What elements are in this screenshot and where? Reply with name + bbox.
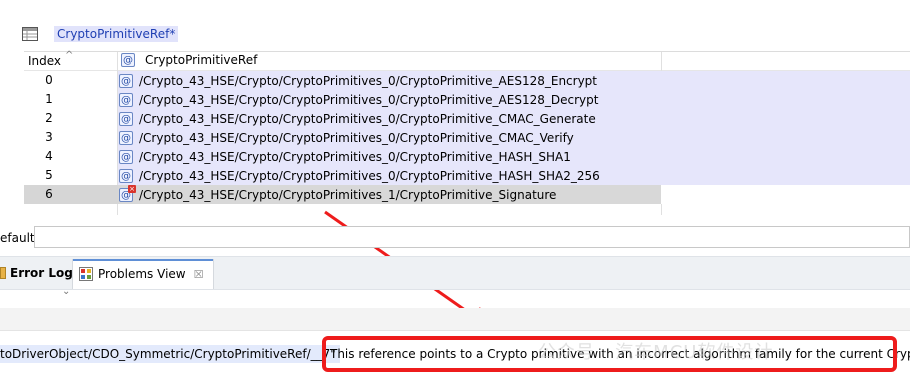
at-reference-icon: @ bbox=[119, 168, 133, 183]
reference-cell[interactable]: @ ×/Crypto_43_HSE/Crypto/CryptoPrimitives… bbox=[118, 184, 661, 204]
reference-path: /Crypto_43_HSE/Crypto/CryptoPrimitives_0… bbox=[139, 73, 597, 88]
reference-path: /Crypto_43_HSE/Crypto/CryptoPrimitives_0… bbox=[139, 130, 574, 145]
problems-icon bbox=[79, 267, 93, 281]
at-reference-icon: @ bbox=[119, 149, 133, 164]
row-index: 6 bbox=[45, 187, 53, 201]
editor-title: CryptoPrimitiveRef* bbox=[54, 26, 179, 42]
table-row[interactable]: 3 @ /Crypto_43_HSE/Crypto/CryptoPrimitives… bbox=[24, 128, 910, 147]
reference-cell[interactable]: @ /Crypto_43_HSE/Crypto/CryptoPrimitives_… bbox=[118, 166, 661, 185]
row-index: 1 bbox=[45, 92, 53, 106]
table-row[interactable]: 4 @ /Crypto_43_HSE/Crypto/CryptoPrimitives… bbox=[24, 147, 910, 166]
problem-path: toDriverObject/CDO_Symmetric/CryptoPrimi… bbox=[0, 345, 340, 363]
chevron-down-icon[interactable]: ⌄ bbox=[62, 286, 70, 297]
sort-caret-icon[interactable]: ^ bbox=[65, 50, 73, 61]
watermark: 公众号 · 汽车MCU软件设计 bbox=[538, 342, 774, 363]
at-reference-icon: @ bbox=[119, 111, 133, 126]
row-index: 5 bbox=[45, 168, 53, 182]
reference-cell[interactable]: @ /Crypto_43_HSE/Crypto/CryptoPrimitives_… bbox=[118, 109, 661, 128]
column-header-ref[interactable]: @ CryptoPrimitiveRef bbox=[120, 53, 257, 67]
reference-path: /Crypto_43_HSE/Crypto/CryptoPrimitives_0… bbox=[139, 92, 599, 107]
error-log-icon bbox=[0, 267, 6, 279]
default-field[interactable] bbox=[34, 226, 910, 248]
problems-header-strip bbox=[0, 308, 910, 331]
view-tabs-bar: Error Log Problems View ☒ bbox=[0, 256, 910, 290]
close-icon[interactable]: ☒ bbox=[194, 268, 204, 281]
reference-cell[interactable]: @ /Crypto_43_HSE/Crypto/CryptoPrimitives_… bbox=[118, 90, 661, 109]
reference-cell[interactable]: @ /Crypto_43_HSE/Crypto/CryptoPrimitives_… bbox=[118, 147, 661, 166]
reference-path: /Crypto_43_HSE/Crypto/CryptoPrimitives_0… bbox=[139, 111, 596, 126]
at-reference-icon: @ bbox=[119, 73, 133, 88]
reference-cell[interactable]: @ /Crypto_43_HSE/Crypto/CryptoPrimitives_… bbox=[118, 128, 661, 147]
column-header-index[interactable]: Index bbox=[28, 54, 61, 68]
table-row[interactable]: 0 @ /Crypto_43_HSE/Crypto/CryptoPrimitives… bbox=[24, 71, 910, 90]
table-icon bbox=[22, 27, 38, 41]
table-row[interactable]: 5 @ /Crypto_43_HSE/Crypto/CryptoPrimitives… bbox=[24, 166, 910, 185]
at-reference-icon: @ bbox=[119, 130, 133, 145]
at-reference-icon: @ bbox=[119, 92, 133, 107]
row-index: 0 bbox=[45, 73, 53, 87]
crypto-primitive-ref-table[interactable]: Index ^ @ CryptoPrimitiveRef 0 @ /Crypto_4… bbox=[24, 50, 910, 215]
error-badge-icon: × bbox=[128, 184, 136, 193]
reference-cell[interactable]: @ /Crypto_43_HSE/Crypto/CryptoPrimitives_… bbox=[118, 71, 661, 90]
table-row[interactable]: 6 @ ×/Crypto_43_HSE/Crypto/CryptoPrimitive… bbox=[24, 184, 910, 204]
at-reference-icon: @ bbox=[121, 53, 135, 67]
reference-path: /Crypto_43_HSE/Crypto/CryptoPrimitives_1… bbox=[139, 187, 557, 202]
table-row[interactable]: 1 @ /Crypto_43_HSE/Crypto/CryptoPrimitives… bbox=[24, 90, 910, 109]
table-header: Index ^ @ CryptoPrimitiveRef bbox=[24, 50, 910, 71]
reference-path: /Crypto_43_HSE/Crypto/CryptoPrimitives_0… bbox=[139, 149, 571, 164]
tab-problems-view[interactable]: Problems View ☒ bbox=[72, 259, 214, 289]
row-index: 4 bbox=[45, 149, 53, 163]
row-index: 3 bbox=[45, 130, 53, 144]
row-index: 2 bbox=[45, 111, 53, 125]
tab-error-log[interactable]: Error Log bbox=[0, 266, 73, 280]
reference-path: /Crypto_43_HSE/Crypto/CryptoPrimitives_0… bbox=[139, 168, 600, 183]
table-row[interactable]: 2 @ /Crypto_43_HSE/Crypto/CryptoPrimitives… bbox=[24, 109, 910, 128]
editor-title-row: CryptoPrimitiveRef* bbox=[22, 24, 179, 44]
default-label: efault bbox=[0, 231, 35, 245]
at-reference-icon: @ × bbox=[119, 184, 136, 202]
